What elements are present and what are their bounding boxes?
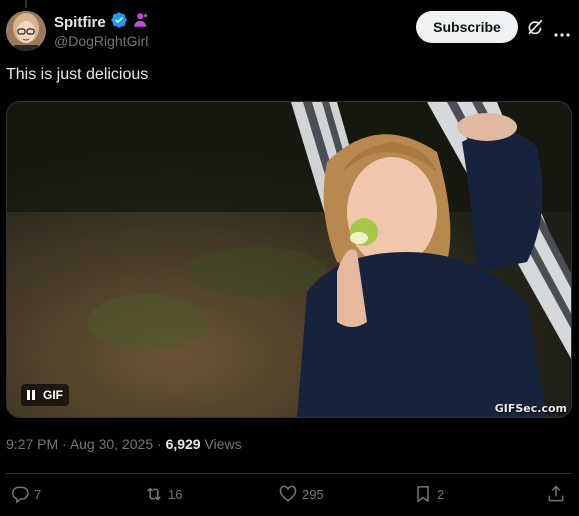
- thread-line: [25, 0, 27, 8]
- like-button[interactable]: 295: [278, 484, 324, 504]
- views-count: 6,929: [165, 436, 201, 452]
- subscribe-button[interactable]: Subscribe: [416, 11, 518, 43]
- gif-media[interactable]: GIF GIFSec.com: [6, 101, 572, 418]
- like-count: 295: [302, 486, 324, 502]
- gif-watermark: GIFSec.com: [494, 402, 567, 415]
- gif-frame-image: [7, 102, 571, 417]
- post-text: This is just delicious: [6, 66, 149, 83]
- meta-separator: ·: [157, 436, 166, 452]
- divider: [6, 473, 572, 474]
- author-display-name[interactable]: Spitfire: [54, 14, 106, 31]
- repost-button[interactable]: 16: [144, 484, 182, 504]
- heart-icon: [279, 485, 297, 502]
- meta-separator: ·: [62, 436, 70, 452]
- grok-icon[interactable]: [526, 18, 544, 36]
- pause-icon[interactable]: [27, 390, 35, 400]
- repost-icon: [147, 487, 161, 501]
- avatar[interactable]: [6, 11, 46, 51]
- more-options-icon[interactable]: [554, 25, 570, 37]
- post-time[interactable]: 9:27 PM: [6, 436, 58, 452]
- share-icon: [548, 485, 564, 502]
- author-handle[interactable]: @DogRightGirl: [54, 33, 148, 49]
- gif-badge-label: GIF: [43, 388, 63, 402]
- bookmark-count: 2: [437, 486, 445, 502]
- action-bar: 7 16 295 2: [0, 484, 579, 508]
- repost-count: 16: [168, 486, 183, 502]
- reply-icon: [11, 486, 29, 504]
- views-label: Views: [204, 436, 242, 452]
- reply-button[interactable]: 7: [10, 484, 41, 504]
- affiliate-person-icon: [132, 11, 150, 34]
- bookmark-icon: [417, 486, 429, 503]
- post-meta: 9:27 PM · Aug 30, 2025 · 6,929 Views: [6, 436, 242, 452]
- post-date[interactable]: Aug 30, 2025: [70, 436, 153, 452]
- reply-count: 7: [34, 486, 42, 502]
- bookmark-button[interactable]: 2: [413, 484, 444, 504]
- author-name-row: Spitfire: [54, 11, 150, 34]
- verified-badge-icon: [110, 11, 128, 34]
- post: Spitfire @DogRightGirl Subscribe This is…: [0, 0, 579, 516]
- gif-badge[interactable]: GIF: [21, 384, 69, 406]
- share-button[interactable]: [546, 484, 566, 504]
